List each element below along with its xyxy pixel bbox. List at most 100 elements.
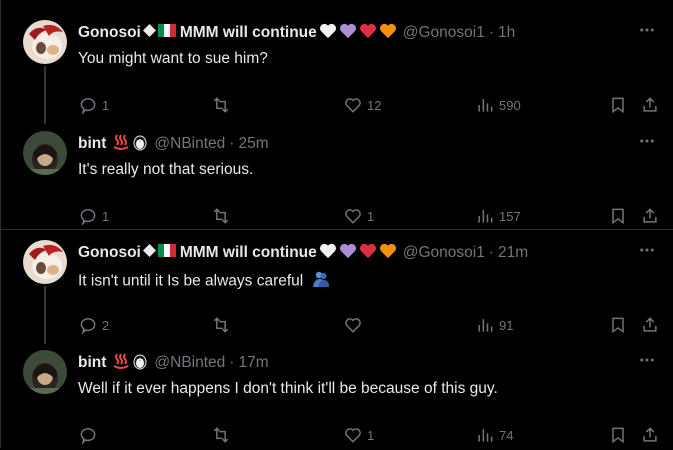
- tweet-thread: Gonosoi MMM will continue @Gonosoi1 · 1h…: [0, 0, 673, 448]
- heart-icon: [345, 98, 361, 113]
- display-name[interactable]: bint: [78, 354, 106, 372]
- bookmark-icon: [612, 317, 624, 334]
- bookmark-button[interactable]: [608, 420, 628, 450]
- reply-count: 1: [102, 97, 110, 113]
- like-button[interactable]: 1: [343, 420, 374, 450]
- view-count: 91: [499, 317, 514, 333]
- more-icon: [640, 248, 654, 252]
- diamond-icon: [142, 244, 156, 262]
- timestamp[interactable]: 25m: [238, 135, 268, 153]
- user-handle[interactable]: @Gonosoi1: [403, 244, 485, 262]
- purple-heart-icon: [339, 243, 357, 264]
- tweet-actions: 1 74: [78, 420, 660, 450]
- repost-icon: [213, 208, 229, 224]
- reply-icon: [80, 428, 96, 445]
- share-icon: [643, 427, 657, 442]
- tweet-actions: 1 12 590: [78, 90, 660, 120]
- red-heart-icon: [359, 243, 377, 264]
- share-button[interactable]: [640, 420, 660, 450]
- timestamp[interactable]: 1h: [498, 24, 515, 42]
- separator-dot: ·: [229, 354, 235, 371]
- like-button[interactable]: 1: [343, 201, 374, 231]
- share-icon: [643, 97, 657, 112]
- separator-dot: ·: [488, 24, 495, 41]
- tweet-text: It isn't until it Is be always careful: [78, 272, 304, 290]
- bookmark-button[interactable]: [608, 310, 628, 340]
- bookmark-button[interactable]: [608, 201, 628, 231]
- views-button[interactable]: 91: [475, 310, 513, 340]
- display-name-suffix: MMM will continue: [179, 244, 317, 261]
- avatar[interactable]: [23, 240, 67, 284]
- avatar[interactable]: [23, 131, 67, 175]
- share-button[interactable]: [640, 201, 660, 231]
- timestamp[interactable]: 21m: [498, 244, 528, 262]
- more-options-button[interactable]: [635, 238, 659, 262]
- views-button[interactable]: 157: [475, 201, 521, 231]
- like-count: 12: [367, 97, 382, 113]
- user-handle[interactable]: @NBinted: [154, 135, 225, 153]
- tweet-actions: 2 91: [78, 310, 660, 340]
- italy-flag-icon: [157, 24, 176, 42]
- share-icon: [643, 208, 657, 223]
- tweet[interactable]: bint @NBinted · 25m It's really not that…: [0, 131, 673, 233]
- repost-button[interactable]: [211, 420, 235, 450]
- italy-flag-icon: [157, 244, 176, 262]
- tweet[interactable]: Gonosoi MMM will continue @Gonosoi1 ·: [0, 20, 673, 124]
- display-name[interactable]: Gonosoi: [78, 24, 141, 42]
- more-options-button[interactable]: [635, 129, 659, 153]
- views-icon: [478, 429, 493, 442]
- share-button[interactable]: [640, 310, 660, 340]
- share-icon: [643, 317, 657, 332]
- user-handle[interactable]: @NBinted: [154, 354, 225, 372]
- bookmark-icon: [612, 97, 624, 114]
- reply-icon: [80, 209, 96, 226]
- display-name[interactable]: bint: [78, 135, 106, 153]
- avatar[interactable]: [23, 350, 67, 394]
- heart-icon: [345, 209, 361, 224]
- orange-heart-icon: [379, 243, 397, 264]
- more-options-button[interactable]: [635, 348, 659, 372]
- separator-dot: ·: [488, 244, 495, 261]
- more-options-button[interactable]: [635, 18, 659, 42]
- view-count: 157: [499, 208, 521, 224]
- reply-button[interactable]: 1: [78, 201, 109, 231]
- like-button[interactable]: 12: [343, 90, 381, 120]
- user-handle[interactable]: @Gonosoi1: [403, 24, 485, 42]
- bookmark-icon: [612, 208, 624, 225]
- bookmark-button[interactable]: [608, 90, 628, 120]
- thread-connector-line: [44, 66, 46, 124]
- view-count: 590: [499, 97, 521, 113]
- hot-springs-icon: [112, 352, 130, 375]
- repost-button[interactable]: [211, 201, 235, 231]
- repost-icon: [213, 317, 229, 333]
- display-name[interactable]: Gonosoi: [78, 244, 141, 262]
- repost-button[interactable]: [211, 310, 235, 340]
- tweet-text: You might want to sue him?: [78, 50, 268, 67]
- tweet-actions: 1 1 157: [78, 201, 660, 231]
- views-button[interactable]: 590: [475, 90, 521, 120]
- repost-button[interactable]: [211, 90, 235, 120]
- timestamp[interactable]: 17m: [238, 354, 268, 372]
- reply-button[interactable]: 1: [78, 90, 109, 120]
- share-button[interactable]: [640, 90, 660, 120]
- tweet[interactable]: bint @NBinted · 17m Well if it ever happ…: [0, 350, 673, 448]
- reply-icon: [80, 98, 96, 115]
- reply-icon: [80, 318, 96, 335]
- diamond-icon: [142, 24, 156, 42]
- avatar[interactable]: [23, 20, 67, 64]
- white-heart-icon: [319, 23, 337, 44]
- heart-icon: [345, 428, 361, 443]
- heart-icon: [345, 318, 361, 333]
- like-count: 1: [367, 208, 375, 224]
- reply-button[interactable]: 2: [78, 310, 109, 340]
- like-count: 1: [367, 427, 375, 443]
- penguin-icon: [132, 352, 148, 375]
- views-icon: [478, 99, 493, 112]
- views-button[interactable]: 74: [475, 420, 513, 450]
- like-button[interactable]: [343, 310, 367, 340]
- avatar-image: [23, 240, 67, 284]
- penguin-icon: [132, 133, 148, 156]
- avatar-image: [23, 350, 67, 394]
- tweet[interactable]: Gonosoi MMM will continue @Gonosoi1 ·: [0, 240, 673, 344]
- reply-button[interactable]: [78, 420, 102, 450]
